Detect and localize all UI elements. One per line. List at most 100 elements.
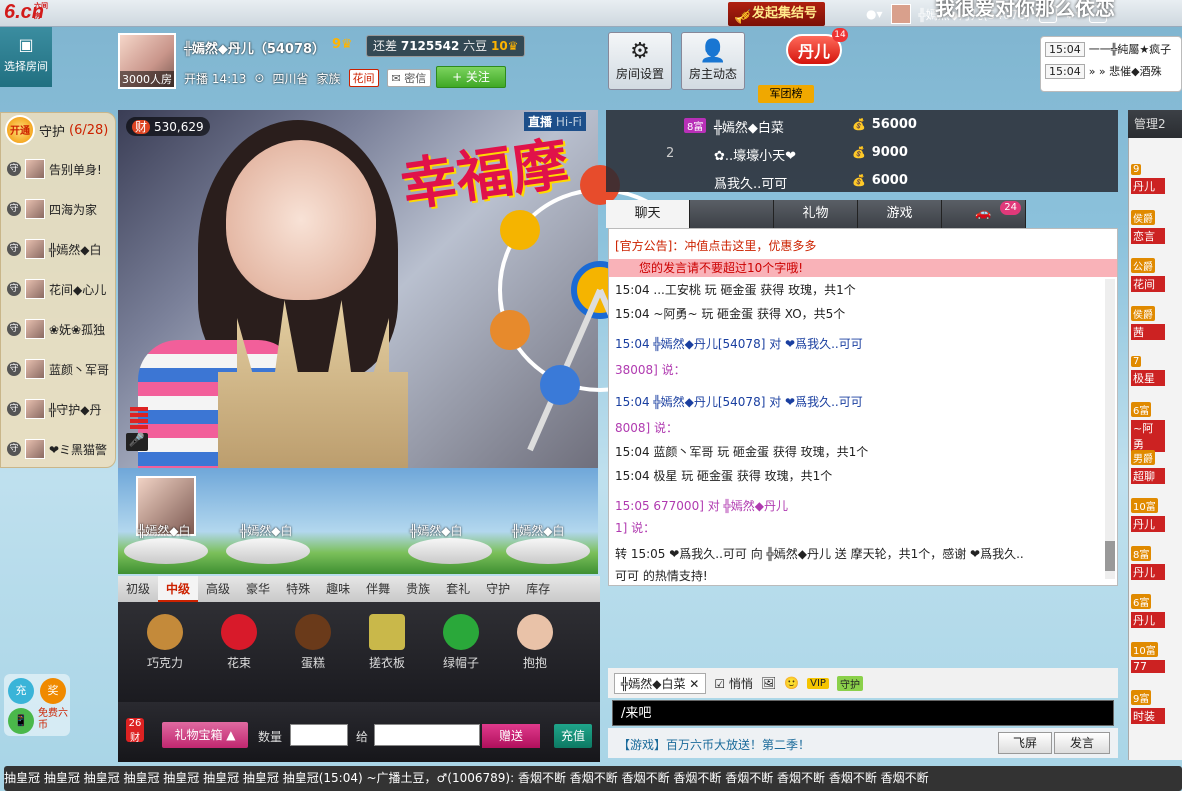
user-avatar[interactable] (890, 4, 911, 24)
gear-icon: ⚙ (630, 39, 650, 64)
gift-item[interactable]: 绿帽子 (426, 602, 496, 671)
seat-label[interactable]: ╬嫣然◆白 (138, 522, 190, 539)
phone-icon[interactable]: 📱 (8, 708, 34, 734)
guard-item[interactable]: 守 告别单身! (1, 149, 111, 189)
tab-games[interactable]: 游戏 (858, 200, 942, 228)
chat-scrollbar[interactable] (1105, 279, 1115, 579)
send-gift-button[interactable]: 赠送 (482, 724, 540, 748)
gift-item[interactable]: 搓衣板 (352, 602, 422, 671)
broadcast-marquee[interactable]: 抽皇冠 抽皇冠 抽皇冠 抽皇冠 抽皇冠 抽皇冠 抽皇冠 抽皇冠(15:04) ~… (4, 766, 1182, 791)
user-item[interactable]: 公爵 花间 (1131, 258, 1182, 302)
user-item[interactable]: 7 极星 (1131, 354, 1182, 398)
gift-item[interactable]: 花束 (204, 602, 274, 671)
charge-button[interactable]: 充 (8, 678, 34, 704)
user-level: 6富 (1131, 402, 1152, 417)
chat-announcement[interactable]: [官方公告]：冲值点击这里，优惠多多 (615, 237, 816, 254)
choose-room-button[interactable]: ▣ 选择房间 (0, 27, 52, 87)
rank-row[interactable]: 8富 ╬嫣然◆白菜 56000 (606, 112, 1118, 140)
gift-tab[interactable]: 高级 (198, 576, 238, 602)
seat-label[interactable]: ╬嫣然◆白 (512, 522, 564, 539)
chat-input[interactable]: /来吧 (612, 700, 1114, 726)
host-dynamic-button[interactable]: 👤 房主动态 (681, 32, 745, 90)
emoji-icon[interactable]: 🙂 (784, 676, 799, 690)
guard-emoji-button[interactable]: 守护 (836, 675, 863, 691)
image-icon[interactable]: 🖼 (761, 676, 776, 690)
gift-tab[interactable]: 守护 (478, 576, 518, 602)
send-message-button[interactable]: 发言 (1054, 732, 1110, 754)
rank-row[interactable]: 2 ✿..壕壕小天❤ 9000 (606, 140, 1118, 168)
game-tip[interactable]: 【游戏】百万六币大放送！第二季！ (618, 736, 810, 753)
free-coins-link[interactable]: 免费六币 (38, 708, 68, 732)
gift-box-button[interactable]: 礼物宝箱 ▲ (162, 722, 248, 748)
host-avatar[interactable]: 3000人房 (118, 33, 176, 89)
chat-log[interactable]: [官方公告]：冲值点击这里，优惠多多 您的发言请不要超过10个字哦! 15:04… (608, 228, 1118, 586)
room-settings-button[interactable]: ⚙ 房间设置 (608, 32, 672, 90)
visitor-row[interactable]: 15:04 一一╬純屬★疯子 (1045, 41, 1177, 57)
guard-item[interactable]: 守 蓝颜丶军哥 (1, 349, 111, 389)
tab-chat[interactable]: 聊天 (606, 200, 690, 228)
fly-screen-button[interactable]: 飞屏 (998, 732, 1052, 754)
guard-item[interactable]: 守 ❤ミ黑猫警 (1, 429, 111, 469)
gift-tab[interactable]: 趣味 (318, 576, 358, 602)
vip-emoji-button[interactable]: VIP (807, 677, 829, 689)
chat-target[interactable]: ╬嫣然◆白菜 ✕ (614, 672, 707, 694)
rally-button[interactable]: 🎺 发起集结号 (728, 2, 826, 26)
whisper-checkbox[interactable]: ☑ 悄悄 (714, 675, 753, 692)
user-item[interactable]: 10富 77 (1131, 642, 1182, 686)
user-name: 花间 (1131, 276, 1165, 292)
secret-mail-button[interactable]: ✉ 密信 (386, 69, 432, 87)
scroll-thumb[interactable] (1105, 541, 1115, 571)
tab-cars[interactable]: 🚗 24 (942, 200, 1026, 228)
tab-gifts[interactable]: 礼物 (774, 200, 858, 228)
rank-row[interactable]: 爲我久..可可 6000 (606, 168, 1118, 196)
gap-unit: 六豆 (463, 39, 488, 53)
gift-tab[interactable]: 套礼 (438, 576, 478, 602)
family-tag[interactable]: 花间 (348, 69, 379, 87)
tab-blank[interactable] (690, 200, 774, 228)
guard-item[interactable]: 守 ❀妩❀孤独 (1, 309, 111, 349)
seat-row: ╬嫣然◆白 ╬嫣然◆白 ╬嫣然◆白 ╬嫣然◆白 (118, 468, 598, 574)
recipient-input[interactable] (374, 724, 480, 746)
mic-indicator[interactable]: 🎤 (126, 405, 152, 455)
gift-tab[interactable]: 贵族 (398, 576, 438, 602)
seat-label[interactable]: ╬嫣然◆白 (410, 522, 462, 539)
army-rank-tab[interactable]: 军团榜 (758, 85, 814, 103)
gift-tab[interactable]: 特殊 (278, 576, 318, 602)
quantity-input[interactable] (290, 724, 348, 746)
gift-count-badge[interactable]: 26 财 (126, 718, 144, 744)
location: 四川省 (272, 71, 309, 86)
user-item[interactable]: 6富 丹儿 (1131, 594, 1182, 638)
gift-count-label: 财 (130, 733, 140, 744)
circle-icon[interactable]: ●▾ (866, 7, 883, 21)
user-item[interactable]: 侯爵茜 (1131, 306, 1182, 350)
user-item[interactable]: 侯爵 恋言 (1131, 210, 1182, 254)
user-item[interactable]: 8富 丹儿 (1131, 546, 1182, 590)
gift-tab[interactable]: 初级 (118, 576, 158, 602)
site-logo[interactable]: 6.cn 六间房 (4, 1, 52, 25)
guard-item[interactable]: 守 四海为家 (1, 189, 111, 229)
user-item[interactable]: 9 丹儿 (1131, 162, 1182, 206)
gift-item[interactable]: 蛋糕 (278, 602, 348, 671)
user-item[interactable]: 10富 丹儿 (1131, 498, 1182, 542)
follow-button[interactable]: + 关注 (436, 66, 506, 88)
user-item[interactable]: 男爵 超聊 (1131, 450, 1182, 494)
user-item[interactable]: 6富 ~阿勇 (1131, 402, 1182, 452)
gift-tab[interactable]: 中级 (158, 576, 199, 602)
open-guard-button[interactable]: 开通 (5, 115, 35, 145)
gift-tab[interactable]: 伴舞 (358, 576, 398, 602)
guard-item[interactable]: 守 ╬嫣然◆白 (1, 229, 111, 269)
live-tag: 直播 Hi-Fi (524, 112, 586, 131)
gift-item[interactable]: 巧克力 (130, 602, 200, 671)
recharge-button[interactable]: 充值 (554, 724, 592, 748)
visitor-row[interactable]: 15:04» » 悲催◆酒殊 (1045, 63, 1177, 79)
guard-item[interactable]: 守 ╬守护◆丹 (1, 389, 111, 429)
guard-item[interactable]: 守 花间◆心儿 (1, 269, 111, 309)
user-item[interactable]: 9富 时装 (1131, 690, 1182, 734)
gift-item[interactable]: 抱抱 (500, 602, 570, 671)
seat-label[interactable]: ╬嫣然◆白 (240, 522, 292, 539)
gift-tab[interactable]: 库存 (518, 576, 558, 602)
admin-tab[interactable]: 管理2 (1128, 110, 1182, 138)
chat-message: 38008] 说： (615, 363, 686, 377)
award-button[interactable]: 奖 (40, 678, 66, 704)
gift-tab[interactable]: 豪华 (238, 576, 278, 602)
